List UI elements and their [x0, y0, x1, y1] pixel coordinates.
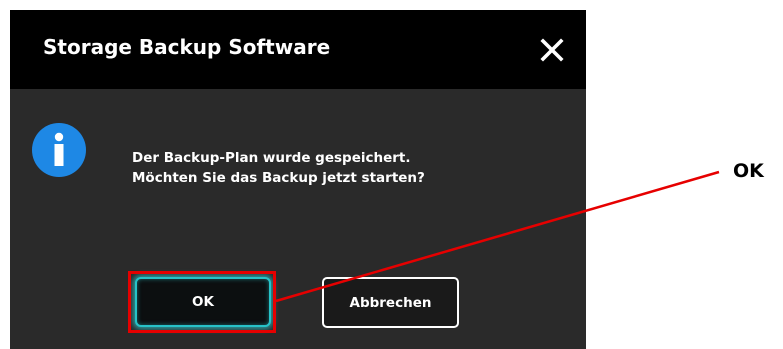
- dialog: Storage Backup Software Der Backup-Plan …: [10, 10, 586, 349]
- callout-label: OK: [733, 160, 764, 182]
- close-button[interactable]: [532, 30, 572, 70]
- ok-highlight-box: [128, 271, 276, 333]
- dialog-titlebar: Storage Backup Software: [10, 10, 586, 89]
- dialog-message: Der Backup-Plan wurde gespeichert. Möcht…: [132, 148, 425, 188]
- cancel-button[interactable]: Abbrechen: [322, 277, 459, 328]
- message-line-2: Möchten Sie das Backup jetzt starten?: [132, 170, 425, 186]
- message-line-1: Der Backup-Plan wurde gespeichert.: [132, 150, 411, 166]
- info-icon: [32, 123, 86, 177]
- dialog-title: Storage Backup Software: [43, 35, 331, 59]
- close-icon: [540, 38, 564, 62]
